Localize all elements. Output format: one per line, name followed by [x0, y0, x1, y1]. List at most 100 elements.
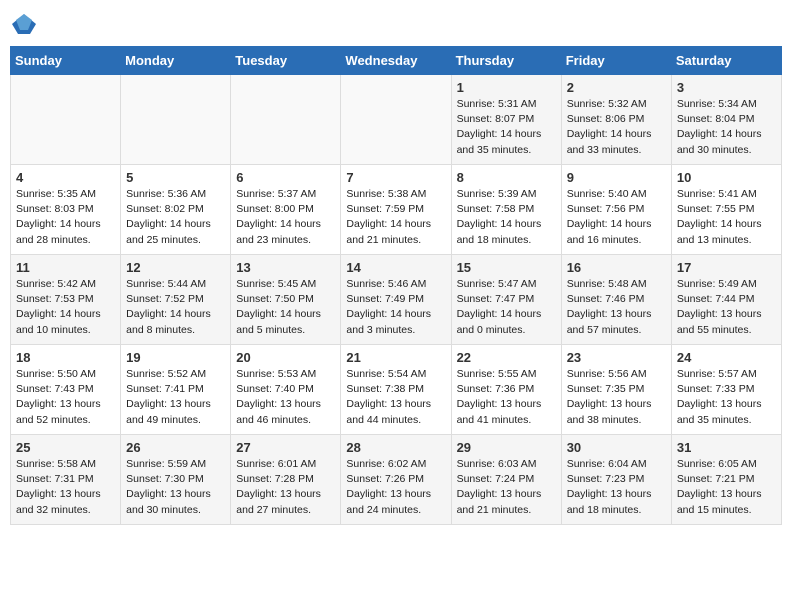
- day-number: 11: [16, 260, 115, 275]
- cell-text: Sunrise: 5:38 AM Sunset: 7:59 PM Dayligh…: [346, 187, 445, 248]
- cell-text: Sunrise: 5:57 AM Sunset: 7:33 PM Dayligh…: [677, 367, 776, 428]
- cell-text: Sunrise: 5:36 AM Sunset: 8:02 PM Dayligh…: [126, 187, 225, 248]
- header-row: SundayMondayTuesdayWednesdayThursdayFrid…: [11, 47, 782, 75]
- calendar-cell: 13 Sunrise: 5:45 AM Sunset: 7:50 PM Dayli…: [231, 255, 341, 345]
- col-header-sunday: Sunday: [11, 47, 121, 75]
- calendar-cell: 2Sunrise: 5:32 AM Sunset: 8:06 PM Daylig…: [561, 75, 671, 165]
- calendar-cell: 28 Sunrise: 6:02 AM Sunset: 7:26 PM Dayli…: [341, 435, 451, 525]
- cell-text: Sunrise: 5:50 AM Sunset: 7:43 PM Dayligh…: [16, 367, 115, 428]
- day-number: 17: [677, 260, 776, 275]
- calendar-cell: 12 Sunrise: 5:44 AM Sunset: 7:52 PM Dayli…: [121, 255, 231, 345]
- day-number: 21: [346, 350, 445, 365]
- cell-text: Sunrise: 6:05 AM Sunset: 7:21 PM Dayligh…: [677, 457, 776, 518]
- day-number: 10: [677, 170, 776, 185]
- calendar-cell: 14Sunrise: 5:46 AM Sunset: 7:49 PM Dayli…: [341, 255, 451, 345]
- logo: [10, 10, 42, 38]
- calendar-cell: 18 Sunrise: 5:50 AM Sunset: 7:43 PM Dayli…: [11, 345, 121, 435]
- cell-text: Sunrise: 5:52 AM Sunset: 7:41 PM Dayligh…: [126, 367, 225, 428]
- calendar-cell: 30 Sunrise: 6:04 AM Sunset: 7:23 PM Dayli…: [561, 435, 671, 525]
- day-number: 18: [16, 350, 115, 365]
- calendar-week-4: 18 Sunrise: 5:50 AM Sunset: 7:43 PM Dayli…: [11, 345, 782, 435]
- day-number: 5: [126, 170, 225, 185]
- cell-text: Sunrise: 5:54 AM Sunset: 7:38 PM Dayligh…: [346, 367, 445, 428]
- day-number: 14: [346, 260, 445, 275]
- day-number: 4: [16, 170, 115, 185]
- cell-text: Sunrise: 5:42 AM Sunset: 7:53 PM Dayligh…: [16, 277, 115, 338]
- calendar-cell: 1 Sunrise: 5:31 AM Sunset: 8:07 PM Daylig…: [451, 75, 561, 165]
- calendar-cell: 23 Sunrise: 5:56 AM Sunset: 7:35 PM Dayli…: [561, 345, 671, 435]
- cell-text: Sunrise: 5:53 AM Sunset: 7:40 PM Dayligh…: [236, 367, 335, 428]
- calendar-cell: 10 Sunrise: 5:41 AM Sunset: 7:55 PM Dayli…: [671, 165, 781, 255]
- col-header-saturday: Saturday: [671, 47, 781, 75]
- day-number: 3: [677, 80, 776, 95]
- day-number: 22: [457, 350, 556, 365]
- calendar-cell: [11, 75, 121, 165]
- logo-icon: [10, 10, 38, 38]
- day-number: 28: [346, 440, 445, 455]
- col-header-thursday: Thursday: [451, 47, 561, 75]
- calendar-cell: [341, 75, 451, 165]
- calendar-cell: 5 Sunrise: 5:36 AM Sunset: 8:02 PM Daylig…: [121, 165, 231, 255]
- calendar-cell: 17 Sunrise: 5:49 AM Sunset: 7:44 PM Dayli…: [671, 255, 781, 345]
- cell-text: Sunrise: 5:55 AM Sunset: 7:36 PM Dayligh…: [457, 367, 556, 428]
- cell-text: Sunrise: 5:40 AM Sunset: 7:56 PM Dayligh…: [567, 187, 666, 248]
- day-number: 25: [16, 440, 115, 455]
- page-header: [10, 10, 782, 38]
- day-number: 26: [126, 440, 225, 455]
- cell-text: Sunrise: 5:34 AM Sunset: 8:04 PM Dayligh…: [677, 97, 776, 158]
- day-number: 6: [236, 170, 335, 185]
- cell-text: Sunrise: 5:37 AM Sunset: 8:00 PM Dayligh…: [236, 187, 335, 248]
- calendar-week-3: 11 Sunrise: 5:42 AM Sunset: 7:53 PM Dayli…: [11, 255, 782, 345]
- day-number: 31: [677, 440, 776, 455]
- cell-text: Sunrise: 6:01 AM Sunset: 7:28 PM Dayligh…: [236, 457, 335, 518]
- cell-text: Sunrise: 5:35 AM Sunset: 8:03 PM Dayligh…: [16, 187, 115, 248]
- calendar-cell: 27 Sunrise: 6:01 AM Sunset: 7:28 PM Dayli…: [231, 435, 341, 525]
- calendar-body: 1 Sunrise: 5:31 AM Sunset: 8:07 PM Daylig…: [11, 75, 782, 525]
- cell-text: Sunrise: 5:31 AM Sunset: 8:07 PM Dayligh…: [457, 97, 556, 158]
- calendar-cell: 22 Sunrise: 5:55 AM Sunset: 7:36 PM Dayli…: [451, 345, 561, 435]
- calendar-cell: 26 Sunrise: 5:59 AM Sunset: 7:30 PM Dayli…: [121, 435, 231, 525]
- cell-text: Sunrise: 5:45 AM Sunset: 7:50 PM Dayligh…: [236, 277, 335, 338]
- calendar-table: SundayMondayTuesdayWednesdayThursdayFrid…: [10, 46, 782, 525]
- day-number: 13: [236, 260, 335, 275]
- calendar-cell: 29Sunrise: 6:03 AM Sunset: 7:24 PM Dayli…: [451, 435, 561, 525]
- cell-text: Sunrise: 5:56 AM Sunset: 7:35 PM Dayligh…: [567, 367, 666, 428]
- day-number: 27: [236, 440, 335, 455]
- day-number: 9: [567, 170, 666, 185]
- cell-text: Sunrise: 5:59 AM Sunset: 7:30 PM Dayligh…: [126, 457, 225, 518]
- day-number: 15: [457, 260, 556, 275]
- calendar-cell: 24Sunrise: 5:57 AM Sunset: 7:33 PM Dayli…: [671, 345, 781, 435]
- cell-text: Sunrise: 5:39 AM Sunset: 7:58 PM Dayligh…: [457, 187, 556, 248]
- cell-text: Sunrise: 5:58 AM Sunset: 7:31 PM Dayligh…: [16, 457, 115, 518]
- calendar-cell: 31 Sunrise: 6:05 AM Sunset: 7:21 PM Dayli…: [671, 435, 781, 525]
- calendar-week-2: 4 Sunrise: 5:35 AM Sunset: 8:03 PM Daylig…: [11, 165, 782, 255]
- day-number: 30: [567, 440, 666, 455]
- col-header-monday: Monday: [121, 47, 231, 75]
- cell-text: Sunrise: 5:44 AM Sunset: 7:52 PM Dayligh…: [126, 277, 225, 338]
- calendar-cell: 6 Sunrise: 5:37 AM Sunset: 8:00 PM Daylig…: [231, 165, 341, 255]
- calendar-cell: 3 Sunrise: 5:34 AM Sunset: 8:04 PM Daylig…: [671, 75, 781, 165]
- col-header-tuesday: Tuesday: [231, 47, 341, 75]
- day-number: 7: [346, 170, 445, 185]
- calendar-cell: 21 Sunrise: 5:54 AM Sunset: 7:38 PM Dayli…: [341, 345, 451, 435]
- calendar-cell: 16Sunrise: 5:48 AM Sunset: 7:46 PM Dayli…: [561, 255, 671, 345]
- calendar-cell: 9 Sunrise: 5:40 AM Sunset: 7:56 PM Daylig…: [561, 165, 671, 255]
- cell-text: Sunrise: 6:02 AM Sunset: 7:26 PM Dayligh…: [346, 457, 445, 518]
- cell-text: Sunrise: 6:04 AM Sunset: 7:23 PM Dayligh…: [567, 457, 666, 518]
- day-number: 20: [236, 350, 335, 365]
- cell-text: Sunrise: 5:41 AM Sunset: 7:55 PM Dayligh…: [677, 187, 776, 248]
- cell-text: Sunrise: 5:49 AM Sunset: 7:44 PM Dayligh…: [677, 277, 776, 338]
- day-number: 16: [567, 260, 666, 275]
- day-number: 23: [567, 350, 666, 365]
- calendar-cell: 15Sunrise: 5:47 AM Sunset: 7:47 PM Dayli…: [451, 255, 561, 345]
- day-number: 1: [457, 80, 556, 95]
- col-header-friday: Friday: [561, 47, 671, 75]
- calendar-header: SundayMondayTuesdayWednesdayThursdayFrid…: [11, 47, 782, 75]
- calendar-cell: 8Sunrise: 5:39 AM Sunset: 7:58 PM Daylig…: [451, 165, 561, 255]
- day-number: 12: [126, 260, 225, 275]
- calendar-cell: 4 Sunrise: 5:35 AM Sunset: 8:03 PM Daylig…: [11, 165, 121, 255]
- calendar-week-1: 1 Sunrise: 5:31 AM Sunset: 8:07 PM Daylig…: [11, 75, 782, 165]
- calendar-cell: 20 Sunrise: 5:53 AM Sunset: 7:40 PM Dayli…: [231, 345, 341, 435]
- calendar-week-5: 25 Sunrise: 5:58 AM Sunset: 7:31 PM Dayli…: [11, 435, 782, 525]
- col-header-wednesday: Wednesday: [341, 47, 451, 75]
